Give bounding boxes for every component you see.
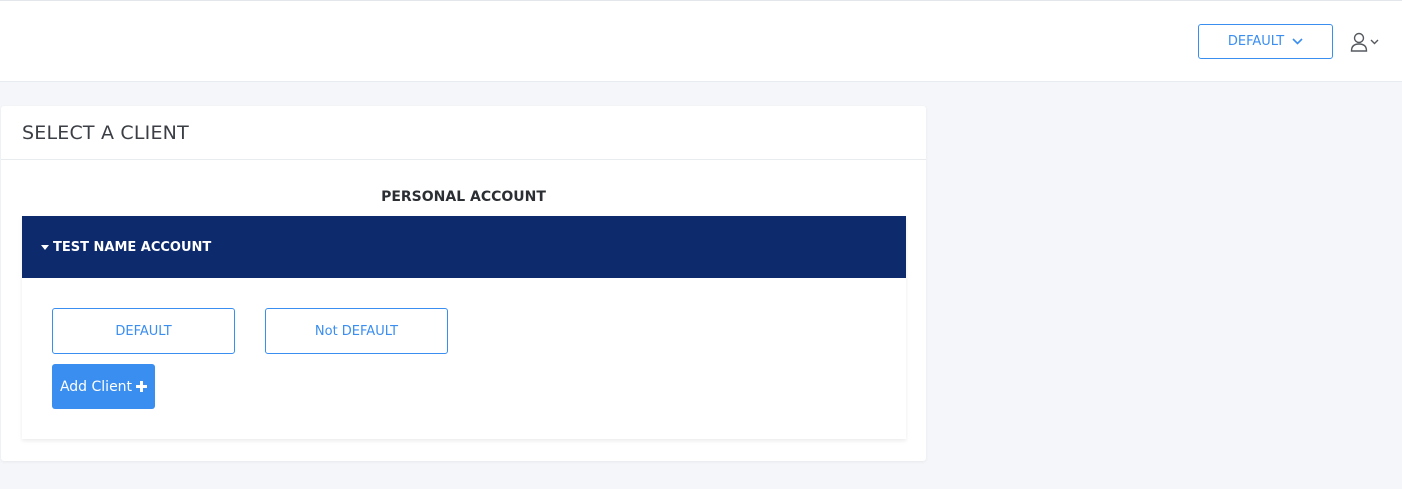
workspace-dropdown-button[interactable]: DEFAULT bbox=[1198, 24, 1333, 59]
top-navbar: DEFAULT bbox=[0, 0, 1402, 82]
client-button-default[interactable]: DEFAULT bbox=[52, 308, 235, 354]
account-name: TEST NAME ACCOUNT bbox=[53, 239, 212, 255]
account-header[interactable]: TEST NAME ACCOUNT bbox=[22, 216, 906, 278]
client-button-not-default[interactable]: Not DEFAULT bbox=[265, 308, 448, 354]
client-button-label: Not DEFAULT bbox=[314, 323, 399, 339]
add-client-button[interactable]: Add Client bbox=[52, 364, 155, 409]
add-client-label: Add Client bbox=[59, 378, 133, 395]
user-menu[interactable] bbox=[1350, 32, 1379, 52]
caret-down-icon bbox=[41, 244, 49, 250]
card-header: SELECT A CLIENT bbox=[1, 106, 926, 160]
chevron-down-icon bbox=[1370, 39, 1379, 45]
workspace-dropdown-label: DEFAULT bbox=[1227, 34, 1285, 49]
card-title: SELECT A CLIENT bbox=[22, 121, 189, 144]
plus-icon bbox=[136, 381, 148, 392]
chevron-down-icon bbox=[1292, 38, 1303, 45]
section-label: PERSONAL ACCOUNT bbox=[381, 189, 546, 205]
account-panel: TEST NAME ACCOUNT DEFAULT Not DEFAULT Ad… bbox=[22, 216, 906, 439]
select-client-card: SELECT A CLIENT PERSONAL ACCOUNT TEST NA… bbox=[1, 106, 926, 461]
client-button-label: DEFAULT bbox=[115, 323, 172, 339]
user-icon bbox=[1350, 32, 1368, 52]
